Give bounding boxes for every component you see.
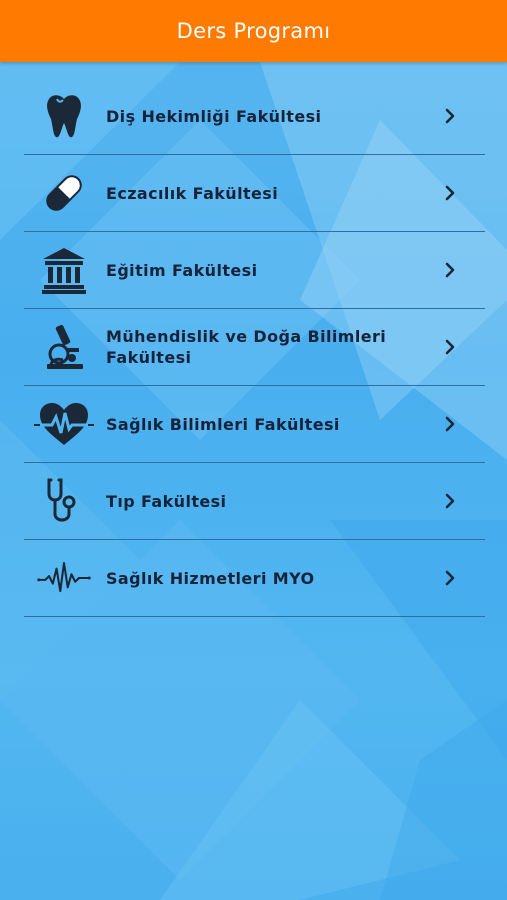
list-item[interactable]: Eğitim Fakültesi bbox=[24, 232, 485, 309]
faculty-label: Sağlık Hizmetleri MYO bbox=[106, 568, 315, 588]
list-item[interactable]: Sağlık Hizmetleri MYO bbox=[24, 540, 485, 617]
tooth-icon bbox=[34, 86, 94, 146]
chevron-right-icon bbox=[443, 107, 457, 125]
faculty-label: Eczacılık Fakültesi bbox=[106, 183, 279, 203]
app-bar: Ders Programı bbox=[0, 0, 507, 62]
list-item[interactable]: Diş Hekimliği Fakültesi bbox=[24, 78, 485, 155]
list-item[interactable]: Sağlık Bilimleri Fakültesi bbox=[24, 386, 485, 463]
chevron-right-icon bbox=[443, 569, 457, 587]
faculty-label: Sağlık Bilimleri Fakültesi bbox=[106, 414, 340, 434]
heart-pulse-icon bbox=[34, 394, 94, 454]
microscope-icon bbox=[34, 317, 94, 377]
list-item[interactable]: Tıp Fakültesi bbox=[24, 463, 485, 540]
chevron-right-icon bbox=[443, 492, 457, 510]
chevron-right-icon bbox=[443, 415, 457, 433]
list-item[interactable]: Eczacılık Fakültesi bbox=[24, 155, 485, 232]
chevron-right-icon bbox=[443, 261, 457, 279]
pill-icon bbox=[34, 163, 94, 223]
chevron-right-icon bbox=[443, 338, 457, 356]
chevron-right-icon bbox=[443, 184, 457, 202]
faculty-label: Eğitim Fakültesi bbox=[106, 260, 258, 280]
page-title: Ders Programı bbox=[176, 19, 331, 43]
list-item[interactable]: Mühendislik ve Doğa Bilimleri Fakültesi bbox=[24, 309, 485, 386]
faculty-label: Mühendislik ve Doğa Bilimleri Fakültesi bbox=[106, 327, 387, 367]
building-icon bbox=[34, 240, 94, 300]
stethoscope-icon bbox=[34, 471, 94, 531]
faculty-list: Diş Hekimliği Fakültesi Eczacılık Fakült… bbox=[24, 78, 485, 617]
faculty-label: Diş Hekimliği Fakültesi bbox=[106, 106, 322, 126]
faculty-label: Tıp Fakültesi bbox=[106, 491, 227, 511]
heartbeat-line-icon bbox=[34, 548, 94, 608]
